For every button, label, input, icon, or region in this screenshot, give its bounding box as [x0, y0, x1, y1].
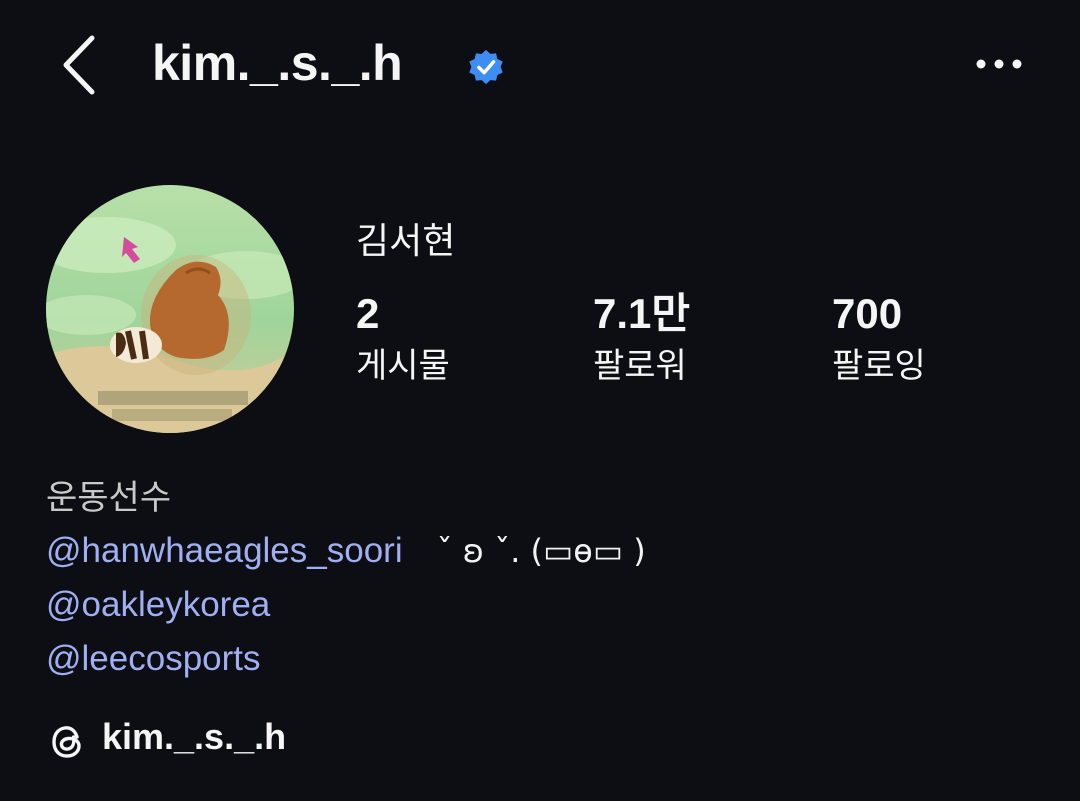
threads-handle: kim._.s._.h	[102, 716, 287, 757]
back-button[interactable]	[58, 30, 102, 100]
followers-count[interactable]: 7.1만 팔로워	[593, 290, 690, 386]
posts-value: 2	[356, 290, 380, 337]
username-title: kim._.s._.h	[152, 35, 403, 91]
avatar-image	[46, 185, 294, 433]
posts-count[interactable]: 2 게시물	[356, 290, 450, 386]
mention-link-leecosports[interactable]: @leecosports	[46, 639, 261, 678]
chevron-left-icon	[63, 35, 95, 95]
posts-label: 게시물	[356, 346, 450, 386]
bio-line: @oakleykorea	[46, 578, 646, 632]
followers-value: 7.1만	[593, 290, 691, 337]
mention-link-oakleykorea[interactable]: @oakleykorea	[46, 585, 270, 624]
verified-badge-icon	[469, 49, 503, 85]
more-options-button[interactable]	[972, 52, 1026, 76]
bio-emoticon: ˇ ʚ ˇ. (▭ɵ▭ )	[436, 532, 646, 570]
bio-section: 운동선수 @hanwhaeagles_soori ˇ ʚ ˇ. (▭ɵ▭ ) @o…	[46, 472, 646, 686]
more-horizontal-icon	[976, 59, 1022, 69]
bio-line: @hanwhaeagles_soori ˇ ʚ ˇ. (▭ɵ▭ )	[46, 524, 646, 578]
profile-header: kim._.s._.h	[0, 0, 1080, 140]
bio-category: 운동선수	[46, 478, 172, 518]
mention-link-hanwhaeagles[interactable]: @hanwhaeagles_soori	[46, 531, 403, 570]
followers-label: 팔로워	[593, 346, 687, 386]
following-value: 700	[832, 290, 903, 337]
profile-avatar[interactable]	[46, 185, 294, 433]
following-count[interactable]: 700 팔로잉	[832, 290, 926, 386]
display-name: 김서현	[356, 221, 456, 262]
threads-icon	[52, 726, 81, 758]
following-label: 팔로잉	[832, 346, 926, 386]
bio-line: @leecosports	[46, 632, 646, 686]
